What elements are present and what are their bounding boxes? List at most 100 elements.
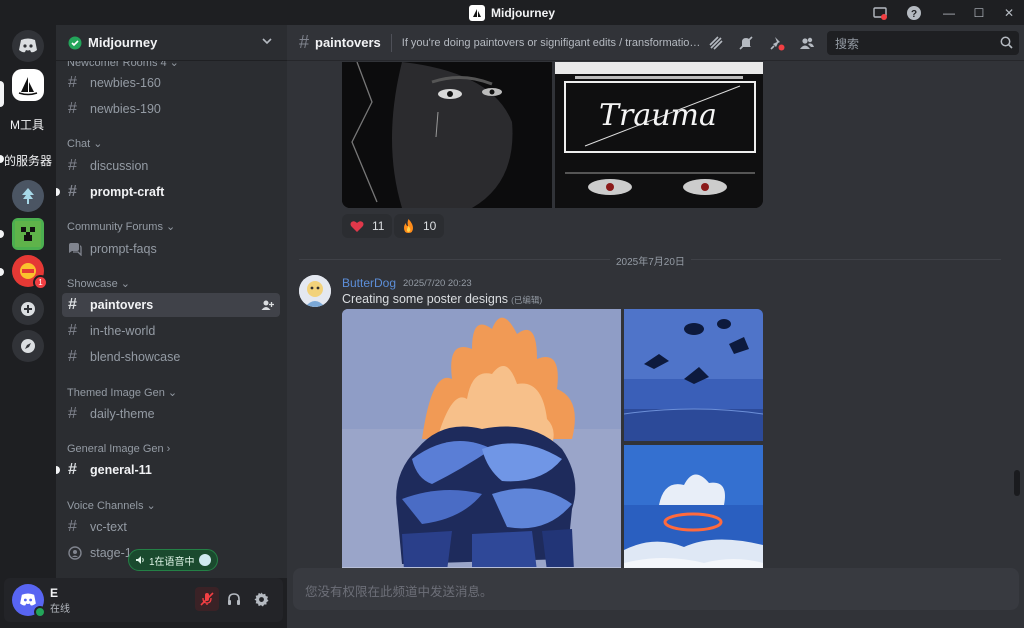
channel-newbies-160[interactable]: # newbies-160 (62, 71, 280, 95)
guild-header[interactable]: Midjourney (56, 25, 287, 61)
channel-newbies-190[interactable]: # newbies-190 (62, 97, 280, 121)
server-tree[interactable] (12, 180, 44, 212)
hash-icon: # (68, 183, 77, 200)
midjourney-logo-icon (468, 4, 485, 21)
message-composer[interactable]: 您没有权限在此频道中发送消息。 (293, 568, 1019, 610)
svg-text:?: ? (911, 9, 917, 20)
attachment-image-halo[interactable] (624, 445, 763, 577)
discord-icon (20, 593, 36, 606)
mute-button[interactable] (195, 587, 219, 611)
hash-icon: # (68, 518, 77, 535)
notifications-muted-icon[interactable] (737, 34, 755, 52)
minimize-button[interactable]: — (934, 0, 964, 25)
screen-share-icon[interactable] (871, 4, 889, 22)
channel-prompt-craft[interactable]: # prompt-craft (62, 180, 280, 204)
previous-post-image-right[interactable]: Trauma (555, 62, 763, 208)
scrollbar-thumb[interactable] (1014, 470, 1020, 496)
compass-icon (21, 339, 35, 353)
threads-icon[interactable] (707, 34, 725, 52)
hash-icon: # (68, 405, 77, 422)
stage-icon (68, 546, 88, 560)
message-timestamp: 2025/7/20 20:23 (403, 278, 472, 289)
unread-pill (56, 466, 60, 474)
user-panel: E 在线 (4, 578, 283, 622)
user-settings-button[interactable] (249, 587, 273, 611)
voice-count-label: 1在语音中 (149, 556, 195, 568)
online-status-icon (34, 606, 46, 618)
heart-icon (350, 220, 364, 232)
add-member-icon[interactable] (261, 299, 274, 311)
message-author[interactable]: ButterDog (342, 276, 396, 290)
close-button[interactable]: ✕ (994, 0, 1024, 25)
mic-muted-icon (200, 592, 214, 606)
channel-sidebar: Midjourney Newcomer Rooms 4 ⌄ # newbies-16… (56, 25, 287, 578)
unread-pill (56, 188, 60, 196)
hash-icon: # (299, 32, 310, 52)
channel-blend-showcase[interactable]: # blend-showcase (62, 345, 280, 369)
add-server-button[interactable] (12, 293, 44, 325)
server-fuwuqi[interactable]: 的服务器 (4, 152, 52, 169)
headphones-icon (228, 593, 240, 605)
window-titlebar: Midjourney ? — ☐ ✕ (0, 0, 1024, 25)
voice-activity-badge[interactable]: 1在语音中 (128, 549, 218, 571)
avatar[interactable] (12, 584, 46, 618)
server-red[interactable]: 1 (12, 255, 48, 290)
maximize-button[interactable]: ☐ (964, 0, 994, 25)
chat-area: # paintovers If you're doing paintovers … (287, 25, 1024, 628)
member-list-icon[interactable] (798, 34, 816, 52)
server-m-tools[interactable]: M工具 (10, 116, 44, 133)
edited-label: (已编辑) (511, 295, 543, 305)
verified-icon (68, 36, 82, 49)
message-list: Trauma 11 10 2025年7月20日 ButterDog 2025/7… (287, 62, 1024, 580)
help-icon[interactable]: ? (905, 4, 923, 22)
pinned-messages-icon[interactable] (768, 34, 786, 52)
unread-pill (0, 268, 4, 276)
date-divider-label: 2025年7月20日 (610, 253, 691, 268)
direct-messages-button[interactable] (12, 30, 44, 62)
selected-server-pill (0, 81, 4, 107)
channel-daily-theme[interactable]: # daily-theme (62, 402, 280, 426)
reaction-heart[interactable]: 11 (342, 214, 393, 238)
gear-icon (253, 591, 269, 607)
channel-prompt-faqs[interactable]: prompt-faqs (62, 237, 280, 261)
reaction-count: 10 (423, 219, 437, 233)
reaction-count: 11 (372, 219, 385, 233)
hash-icon: # (68, 461, 77, 478)
notification-badge: 1 (33, 275, 48, 290)
server-midjourney[interactable] (12, 69, 44, 101)
midjourney-icon (18, 77, 38, 96)
voice-user-avatar (198, 554, 211, 566)
attachment-image-skydivers[interactable] (624, 309, 763, 441)
channel-general-11[interactable]: # general-11 (62, 458, 280, 482)
channel-paintovers[interactable]: # paintovers (62, 293, 280, 317)
forum-icon (68, 242, 88, 256)
channel-name: paintovers (315, 35, 381, 50)
channel-in-the-world[interactable]: # in-the-world (62, 319, 280, 343)
category-themed[interactable]: Themed Image Gen ⌄ (67, 386, 177, 400)
author-avatar[interactable] (299, 275, 331, 307)
poster-title: Trauma (599, 98, 717, 133)
hash-icon: # (68, 100, 77, 117)
category-general[interactable]: General Image Gen › (67, 443, 170, 455)
channel-vc-text[interactable]: # vc-text (62, 515, 280, 539)
category-chat[interactable]: Chat ⌄ (67, 137, 102, 151)
reaction-fire[interactable]: 10 (394, 214, 445, 238)
server-minecraft[interactable] (12, 218, 44, 250)
discover-button[interactable] (12, 330, 44, 362)
app-title: Midjourney (490, 5, 555, 20)
deafen-button[interactable] (222, 587, 246, 611)
channel-topic[interactable]: If you're doing paintovers or signifigan… (402, 37, 702, 49)
chevron-down-icon[interactable] (261, 35, 273, 47)
previous-post-image-left[interactable] (342, 62, 552, 208)
attachment-image-main[interactable] (342, 309, 621, 577)
message-content: Creating some poster designs (已编辑) (342, 292, 543, 306)
search-input[interactable]: 搜索 (827, 31, 1019, 55)
speaker-icon (136, 556, 144, 564)
guild-name: Midjourney (88, 35, 158, 50)
category-forums[interactable]: Community Forums ⌄ (67, 220, 175, 234)
channel-discussion[interactable]: # discussion (62, 154, 280, 178)
tree-icon (22, 188, 34, 204)
category-showcase[interactable]: Showcase ⌄ (67, 277, 130, 291)
hash-icon: # (68, 74, 77, 91)
category-voice[interactable]: Voice Channels ⌄ (67, 499, 156, 513)
